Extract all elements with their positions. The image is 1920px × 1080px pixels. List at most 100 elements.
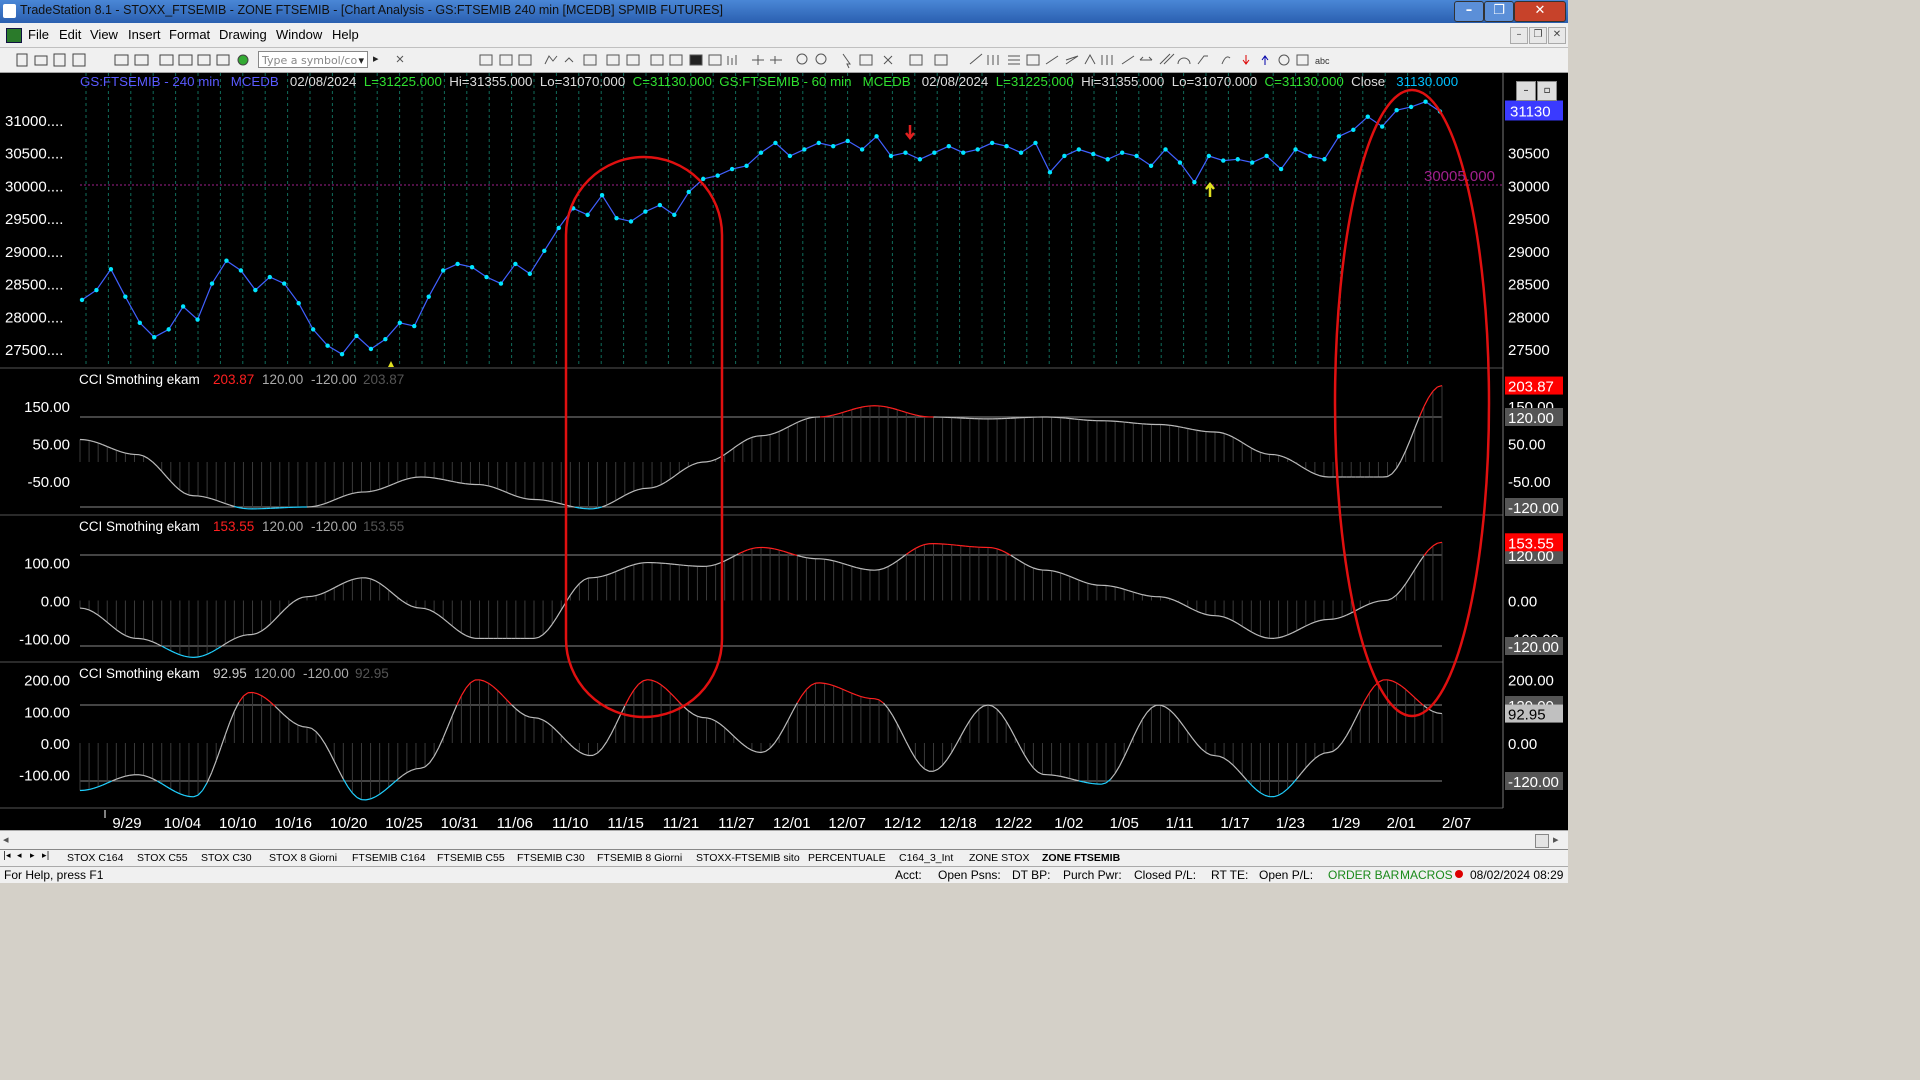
cci-line-segment [1296, 627, 1302, 632]
mdi-restore-button[interactable]: ❐ [1529, 27, 1547, 44]
menu-edit[interactable]: Edit [59, 27, 81, 42]
cci-line-segment [465, 682, 471, 689]
cci-line-segment [365, 798, 371, 801]
cci-line-segment [760, 750, 766, 754]
tab-nav-first-icon[interactable]: |◂ [3, 851, 11, 861]
menu-drawing[interactable]: Drawing [219, 27, 267, 42]
cci-line-segment [583, 577, 589, 581]
tab-stox-c164[interactable]: STOX C164 [67, 851, 123, 865]
tab-zone-ftsemib[interactable]: ZONE FTSEMIB [1042, 851, 1120, 865]
price-marker [975, 147, 980, 152]
scroll-left-arrow-icon[interactable]: ◂ [3, 833, 9, 846]
cci-line-segment [697, 461, 703, 464]
price-marker [614, 215, 619, 221]
cci-line-segment [1178, 601, 1184, 605]
tab-nav-next-icon[interactable]: ▸ [30, 851, 35, 861]
close-button[interactable]: ✕ [1514, 1, 1566, 22]
cci-line-segment [370, 796, 376, 800]
tab-stox-c55[interactable]: STOX C55 [137, 851, 188, 865]
price-marker [888, 153, 894, 159]
price-marker [1423, 99, 1428, 104]
price-marker [599, 193, 605, 198]
horizontal-scrollbar[interactable]: ◂ ▸ [0, 830, 1568, 850]
minimize-button[interactable]: – [1454, 1, 1484, 22]
tab-c164-3-int[interactable]: C164_3_Int [899, 851, 953, 865]
tab-ftsemib-c164[interactable]: FTSEMIB C164 [352, 851, 426, 865]
cci-line-segment [424, 762, 430, 768]
toolbar-icons[interactable]: abc [0, 48, 1568, 72]
cci-line-segment [161, 783, 167, 787]
price-marker [94, 287, 99, 293]
menu-file[interactable]: File [28, 27, 49, 42]
tab-ftsemib-8-giorni[interactable]: FTSEMIB 8 Giorni [597, 851, 682, 865]
menu-help[interactable]: Help [332, 27, 359, 42]
price-marker [1062, 153, 1067, 159]
chart-mdi-restore[interactable]: ▫ [1537, 81, 1557, 101]
cci-value-dim: 203.87 [363, 372, 404, 387]
cci-line-segment [1183, 426, 1188, 430]
scroll-thumb[interactable] [1535, 834, 1549, 848]
cci-line-segment [161, 470, 167, 477]
menu-view[interactable]: View [90, 27, 118, 42]
tab-stox-c30[interactable]: STOX C30 [201, 851, 252, 865]
cci-line-segment [724, 450, 730, 455]
symbol-dropdown-icon[interactable]: ▾ [358, 52, 364, 69]
tab-ftsemib-c55[interactable]: FTSEMIB C55 [437, 851, 505, 865]
menu-insert[interactable]: Insert [128, 27, 161, 42]
cci-line-segment [1105, 584, 1111, 587]
chart-area[interactable]: CCI Smothing ekam 203.87 120.00 -120.00 203.… [0, 73, 1568, 830]
cci-line-segment [579, 579, 585, 585]
cci-line-segment [1182, 725, 1189, 733]
cci-line-segment [783, 550, 789, 554]
tab-stoxx-ftsemib-sito[interactable]: STOXX-FTSEMIB sito [696, 851, 800, 865]
go-arrow-icon[interactable]: ▸ [373, 52, 379, 65]
price-right-tick: 27500 [1508, 342, 1550, 359]
cci-line-segment [1323, 751, 1329, 754]
cci-line-segment [1273, 453, 1279, 456]
mdi-minimize-button[interactable]: – [1510, 27, 1528, 44]
cci-line-segment [1133, 591, 1138, 595]
cci-line-segment [333, 761, 340, 771]
tab-stox-8-giorni[interactable]: STOX 8 Giorni [269, 851, 337, 865]
tab-nav-last-icon[interactable]: ▸| [42, 851, 50, 861]
cci-line-segment [1282, 634, 1288, 638]
price-marker [339, 352, 345, 357]
cci-value: 92.95 [213, 666, 247, 681]
cci-line-segment [1437, 712, 1443, 715]
cci-line-segment [1173, 599, 1179, 603]
menu-window[interactable]: Window [276, 27, 322, 42]
new-file-icon [16, 53, 28, 67]
symbol-input[interactable]: Type a symbol/co ▾ [258, 51, 368, 68]
scroll-right-arrow-icon[interactable]: ▸ [1553, 833, 1559, 846]
status-order-bar[interactable]: ORDER BAR [1328, 868, 1399, 882]
cci-line-segment [656, 484, 662, 488]
mdi-close-button[interactable]: ✕ [1548, 27, 1566, 44]
cci-line-segment [742, 438, 748, 443]
cci-line-segment [1360, 605, 1366, 609]
tab-nav-prev-icon[interactable]: ◂ [17, 851, 22, 861]
cci-line-segment [883, 702, 889, 709]
menu-format[interactable]: Format [169, 27, 210, 42]
cci-panel: CCI Smothing ekam 92.95 120.00 -120.00 92.95… [19, 666, 1563, 801]
chart-svg[interactable]: CCI Smothing ekam 203.87 120.00 -120.00 203.… [0, 73, 1568, 830]
cci-line-segment [628, 689, 635, 698]
status-macros[interactable]: MACROS [1400, 868, 1453, 882]
cci-line-segment [1214, 755, 1220, 757]
cci-line-segment [447, 479, 453, 483]
series1-feed: MCEDB [230, 74, 279, 89]
tab-ftsemib-c30[interactable]: FTSEMIB C30 [517, 851, 585, 865]
cci-line-segment [556, 609, 562, 618]
cci-line-segment [692, 713, 698, 717]
chart-mdi-min[interactable]: – [1516, 81, 1536, 101]
tab-zone-stox[interactable]: ZONE STOX [969, 851, 1029, 865]
alert-icon [934, 54, 948, 66]
cci-line-segment [320, 591, 326, 595]
maximize-button[interactable]: ❐ [1484, 1, 1514, 22]
cci-line-segment [1300, 767, 1307, 774]
price-marker [859, 147, 865, 152]
chart-window-icon[interactable] [6, 28, 22, 43]
status-datetime: 08/02/2024 08:29 [1470, 868, 1564, 882]
tab-percentuale[interactable]: PERCENTUALE [808, 851, 886, 865]
cci-line-segment [274, 706, 281, 712]
cci-line-segment [1192, 608, 1198, 612]
